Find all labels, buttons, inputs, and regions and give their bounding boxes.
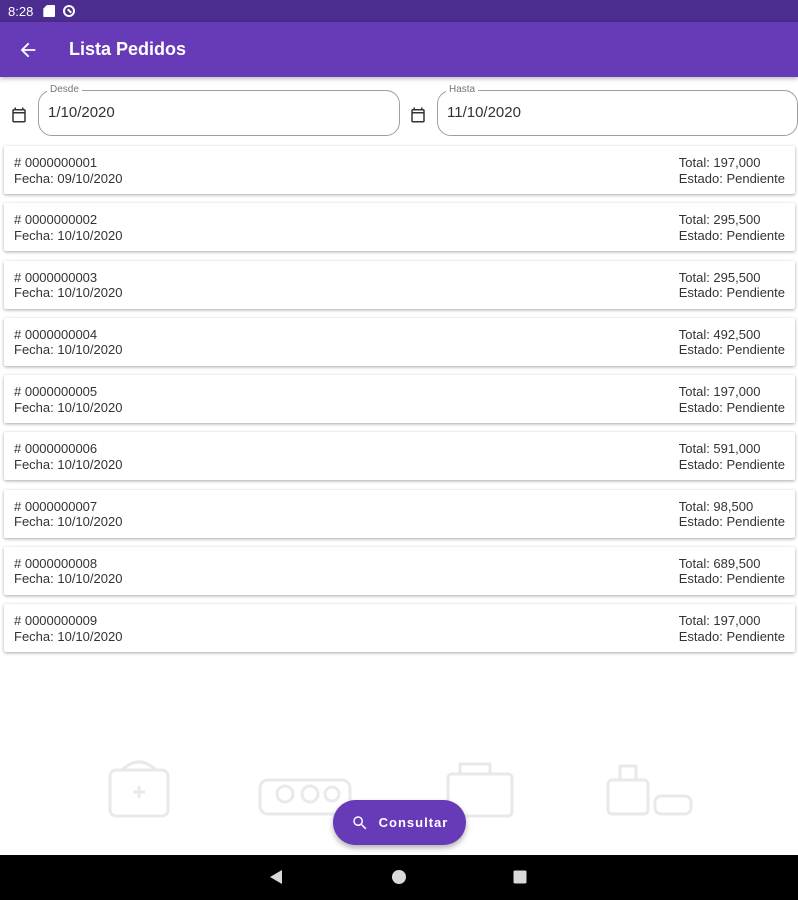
sd-card-icon (43, 5, 56, 17)
order-number: # 0000000005 (14, 384, 98, 399)
order-date: Fecha: 10/10/2020 (14, 342, 123, 358)
order-total: Total: 295,500 (678, 212, 761, 228)
order-card[interactable]: # 0000000004 Fecha: 10/10/2020 Total: 492… (4, 317, 795, 366)
order-card[interactable]: # 0000000009 Fecha: 10/10/2020 Total: 197… (4, 604, 795, 652)
order-date: Fecha: 10/10/2020 (14, 399, 123, 415)
arrow-back-icon (20, 42, 36, 57)
sync-disabled-icon (63, 5, 76, 17)
order-card[interactable]: # 0000000007 Fecha: 10/10/2020 Total: 98,… (4, 489, 795, 538)
order-status: Estado: Pendiente (678, 571, 785, 587)
order-card[interactable]: # 0000000008 Fecha: 10/10/2020 Total: 689… (4, 546, 795, 595)
desde-label: Desde (47, 84, 82, 95)
order-total: Total: 492,500 (678, 326, 761, 342)
order-number: # 0000000001 (14, 155, 98, 170)
order-number: # 0000000004 (14, 326, 98, 342)
order-list: # 0000000001 Fecha: 09/10/2020 Total: 197… (4, 146, 795, 661)
system-nav-bar (0, 855, 798, 900)
desde-value: 1/10/2020 (48, 104, 115, 121)
nav-back-button[interactable] (266, 867, 286, 887)
order-date: Fecha: 09/10/2020 (14, 170, 123, 186)
consultar-label: Consultar (378, 815, 449, 830)
search-icon (352, 815, 367, 829)
order-status: Estado: Pendiente (678, 227, 785, 243)
order-total: Total: 197,000 (678, 384, 761, 399)
order-number: # 0000000002 (14, 212, 98, 228)
order-date: Fecha: 10/10/2020 (14, 456, 123, 472)
desde-date-field[interactable]: Desde 1/10/2020 (8, 84, 400, 138)
order-status: Estado: Pendiente (678, 456, 785, 472)
order-number: # 0000000008 (14, 555, 98, 571)
calendar-icon[interactable] (10, 106, 28, 124)
order-number: # 0000000006 (14, 441, 98, 457)
order-total: Total: 295,500 (678, 269, 761, 285)
order-total: Total: 689,500 (678, 555, 761, 571)
nav-home-icon (392, 870, 406, 884)
hasta-date-field[interactable]: Hasta 11/10/2020 (407, 84, 798, 138)
status-bar: 8:28 (0, 0, 798, 22)
order-date: Fecha: 10/10/2020 (14, 571, 123, 587)
order-date: Fecha: 10/10/2020 (14, 227, 123, 243)
nav-recents-button[interactable] (510, 867, 530, 887)
order-total: Total: 98,500 (678, 498, 754, 514)
nav-back-icon (270, 870, 282, 884)
order-status: Estado: Pendiente (678, 628, 785, 644)
calendar-icon[interactable] (409, 106, 427, 124)
order-status: Estado: Pendiente (678, 399, 785, 415)
order-total: Total: 197,000 (678, 155, 761, 170)
order-card[interactable]: # 0000000006 Fecha: 10/10/2020 Total: 591… (4, 432, 795, 481)
order-status: Estado: Pendiente (678, 514, 785, 529)
order-number: # 0000000003 (14, 269, 98, 285)
nav-recents-icon (513, 870, 527, 884)
status-time: 8:28 (8, 3, 34, 19)
order-total: Total: 591,000 (678, 441, 761, 457)
order-number: # 0000000009 (14, 613, 98, 628)
order-status: Estado: Pendiente (678, 170, 785, 186)
order-card[interactable]: # 0000000005 Fecha: 10/10/2020 Total: 197… (4, 375, 795, 423)
hasta-value: 11/10/2020 (447, 104, 521, 121)
order-total: Total: 197,000 (678, 613, 761, 628)
back-button[interactable] (0, 22, 56, 77)
page-title: Lista Pedidos (69, 39, 187, 59)
consultar-button[interactable]: Consultar (333, 800, 466, 845)
date-filters: Desde 1/10/2020 Hasta 11/10/2020 (0, 84, 798, 138)
order-status: Estado: Pendiente (678, 342, 785, 358)
app-bar: Lista Pedidos (0, 22, 798, 77)
order-card[interactable]: # 0000000001 Fecha: 09/10/2020 Total: 197… (4, 146, 795, 194)
hasta-input[interactable]: Hasta 11/10/2020 (437, 84, 798, 136)
order-date: Fecha: 10/10/2020 (14, 628, 123, 644)
order-date: Fecha: 10/10/2020 (14, 285, 123, 300)
nav-home-button[interactable] (389, 867, 409, 887)
order-card[interactable]: # 0000000002 Fecha: 10/10/2020 Total: 295… (4, 203, 795, 252)
order-date: Fecha: 10/10/2020 (14, 514, 123, 529)
hasta-label: Hasta (446, 84, 479, 95)
desde-input[interactable]: Desde 1/10/2020 (38, 84, 400, 136)
order-card[interactable]: # 0000000003 Fecha: 10/10/2020 Total: 295… (4, 260, 795, 309)
order-status: Estado: Pendiente (678, 285, 785, 300)
order-number: # 0000000007 (14, 498, 98, 514)
